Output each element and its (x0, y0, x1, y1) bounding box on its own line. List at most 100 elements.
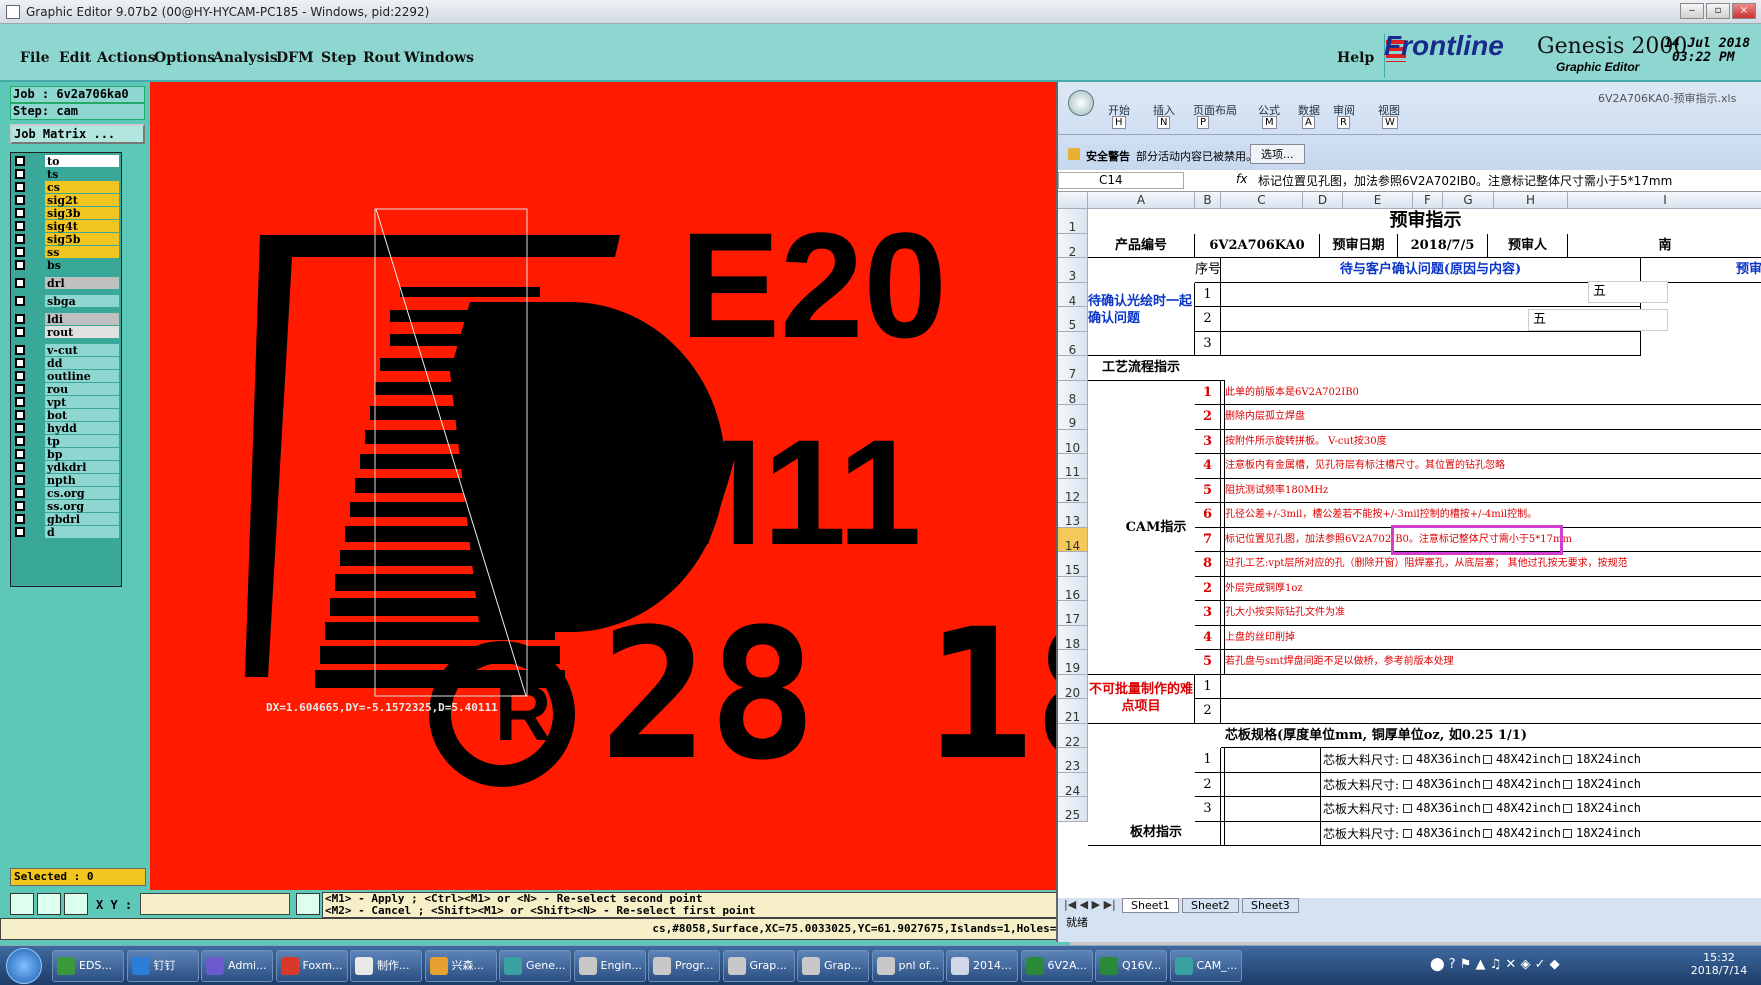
layer-checkbox-icon[interactable] (15, 436, 25, 446)
menu-options[interactable]: Options (154, 50, 215, 66)
layer-checkbox-icon[interactable] (15, 278, 25, 288)
core-size-checkbox[interactable] (1403, 755, 1412, 764)
layer-checkbox-icon[interactable] (15, 296, 25, 306)
layer-checkbox-icon[interactable] (15, 314, 25, 324)
cam-item-number[interactable]: 5 (1195, 478, 1221, 503)
layer-checkbox-icon[interactable] (15, 410, 25, 420)
difficult-label[interactable]: 不可批量制作的难点项目 (1088, 674, 1195, 724)
cam-item-text[interactable]: 注意板内有金属槽，见孔符层有标注槽尺寸。其位置的钻孔忽略 (1221, 454, 1761, 479)
row-header[interactable]: 24 (1058, 772, 1088, 798)
select-all-corner[interactable] (1058, 192, 1088, 209)
cam-item-text[interactable]: 阻抗测试频率180MHz (1221, 479, 1761, 503)
graphic-canvas[interactable]: R E20 M11 28 18 DX=1.604665,DY=-5.157232… (150, 82, 1056, 890)
row-header[interactable]: 22 (1058, 723, 1088, 749)
sheet-heading[interactable]: 预审指示 (1088, 209, 1761, 234)
layer-row-d[interactable]: d (13, 526, 121, 539)
taskbar-item[interactable]: 2014... (946, 950, 1018, 982)
review-header[interactable]: 预审 (1641, 258, 1761, 283)
sheet-nav-icon[interactable]: |◀ ◀ ▶ ▶| (1064, 898, 1116, 911)
layer-row-ydkdrl[interactable]: ydkdrl (13, 461, 121, 474)
column-header[interactable]: C (1221, 192, 1303, 209)
taskbar-item[interactable]: Gene... (499, 950, 571, 982)
layer-row-tp[interactable]: tp (13, 435, 121, 448)
taskbar-item[interactable]: 钉钉 (126, 950, 199, 982)
question-header[interactable]: 待与客户确认问题(原因与内容) (1221, 258, 1641, 283)
layer-row-sig5b[interactable]: sig5b (13, 233, 121, 246)
cam-item-number[interactable]: 6 (1195, 503, 1221, 528)
blank-cell[interactable] (1221, 282, 1641, 307)
confirm-label[interactable]: 待确认光绘时一起确认问题 (1088, 282, 1195, 356)
layer-row-npth[interactable]: npth (13, 474, 121, 487)
taskbar-item[interactable]: Admi... (201, 950, 273, 982)
row-header[interactable]: 18 (1058, 625, 1088, 651)
minimize-button[interactable]: ‒ (1680, 3, 1704, 19)
layer-row-gbdrl[interactable]: gbdrl (13, 513, 121, 526)
core-size-checkbox[interactable] (1403, 779, 1412, 789)
menu-dfm[interactable]: DFM (276, 50, 314, 66)
office-button-icon[interactable] (1068, 90, 1094, 116)
layer-checkbox-icon[interactable] (15, 208, 25, 218)
layer-checkbox-icon[interactable] (15, 501, 25, 511)
cam-item-text[interactable]: 过孔工艺:vpt层所对应的孔（删除开窗）阻焊塞孔，从底层塞； 其他过孔按无要求，… (1221, 552, 1761, 577)
layer-row-ss[interactable]: ss (13, 246, 121, 259)
cam-item-number[interactable]: 8 (1195, 552, 1221, 577)
row-header[interactable]: 15 (1058, 552, 1088, 577)
menu-step[interactable]: Step (321, 50, 356, 66)
measure-tool-icon[interactable] (10, 893, 34, 915)
layer-checkbox-icon[interactable] (15, 397, 25, 407)
process-label[interactable]: 工艺流程指示 (1088, 356, 1225, 381)
layer-checkbox-icon[interactable] (15, 488, 25, 498)
row-header[interactable]: 11 (1058, 454, 1088, 479)
taskbar-item[interactable]: 制作... (350, 950, 422, 982)
spreadsheet-grid[interactable]: A B C D E F G H I 1 2 3 4 5 6 7 8 9 10 11 12 13 14 15 16 17 18 19 20… (1058, 192, 1761, 898)
layer-row-outline[interactable]: outline (13, 370, 121, 383)
sheet-tab-2[interactable]: Sheet2 (1182, 898, 1239, 913)
column-header[interactable]: A (1088, 192, 1195, 209)
layer-row-cs[interactable]: cs (13, 181, 121, 194)
layer-checkbox-icon[interactable] (15, 234, 25, 244)
layer-checkbox-icon[interactable] (15, 384, 25, 394)
taskbar-item[interactable]: 兴森... (424, 950, 497, 982)
menu-edit[interactable]: Edit (59, 50, 91, 66)
maximize-button[interactable]: ▫ (1706, 3, 1730, 19)
column-header[interactable]: D (1303, 192, 1343, 209)
sheet-tab-1[interactable]: Sheet1 (1122, 898, 1179, 913)
row-header[interactable]: 20 (1058, 674, 1088, 700)
row-number[interactable]: 2 (1195, 772, 1221, 797)
layer-row-sig3b[interactable]: sig3b (13, 207, 121, 220)
layer-checkbox-icon[interactable] (15, 475, 25, 485)
layer-row-bp[interactable]: bp (13, 448, 121, 461)
row-header[interactable]: 7 (1058, 356, 1088, 381)
blank-cell[interactable] (1221, 331, 1641, 356)
core-size-checkbox[interactable] (1483, 755, 1492, 764)
core-size-checkbox[interactable] (1483, 828, 1492, 838)
row-header[interactable]: 23 (1058, 748, 1088, 773)
header-cell[interactable]: 预审日期 (1320, 233, 1398, 258)
blank-cell[interactable] (1221, 675, 1761, 699)
menu-file[interactable]: File (20, 50, 49, 66)
core-spec-title[interactable]: 芯板规格(厚度单位mm, 铜厚单位oz, 如0.25 1/1) (1221, 724, 1761, 748)
column-header[interactable]: H (1494, 192, 1568, 209)
other-item-text[interactable]: 若孔盘与smt焊盘间距不足以做桥，参考前版本处理 (1221, 650, 1761, 675)
layer-checkbox-icon[interactable] (15, 247, 25, 257)
coordinate-input[interactable] (140, 893, 290, 915)
row-number[interactable] (1195, 821, 1221, 846)
layer-row-rou[interactable]: rou (13, 383, 121, 396)
column-header[interactable]: G (1443, 192, 1494, 209)
column-header[interactable]: I (1568, 192, 1761, 209)
column-header[interactable]: F (1413, 192, 1443, 209)
row-header[interactable]: 19 (1058, 650, 1088, 675)
row-header[interactable]: 14 (1058, 527, 1088, 553)
layer-checkbox-icon[interactable] (15, 327, 25, 337)
ime-toolbar-2[interactable]: 五 (1528, 309, 1668, 331)
taskbar-item[interactable]: CAM_... (1169, 950, 1242, 982)
core-size-checkbox[interactable] (1483, 804, 1492, 813)
row-number[interactable]: 2 (1195, 307, 1221, 332)
column-header[interactable]: E (1343, 192, 1413, 209)
layer-checkbox-icon[interactable] (15, 156, 25, 166)
row-number[interactable]: 1 (1195, 748, 1221, 773)
cam-item-text[interactable]: 按附件所示旋转拼板。 V-cut按30度 (1221, 430, 1761, 454)
header-cell[interactable]: 南 (1568, 234, 1761, 258)
cam-item-number[interactable]: 2 (1195, 405, 1221, 430)
cam-item-number[interactable]: 7 (1195, 527, 1221, 552)
